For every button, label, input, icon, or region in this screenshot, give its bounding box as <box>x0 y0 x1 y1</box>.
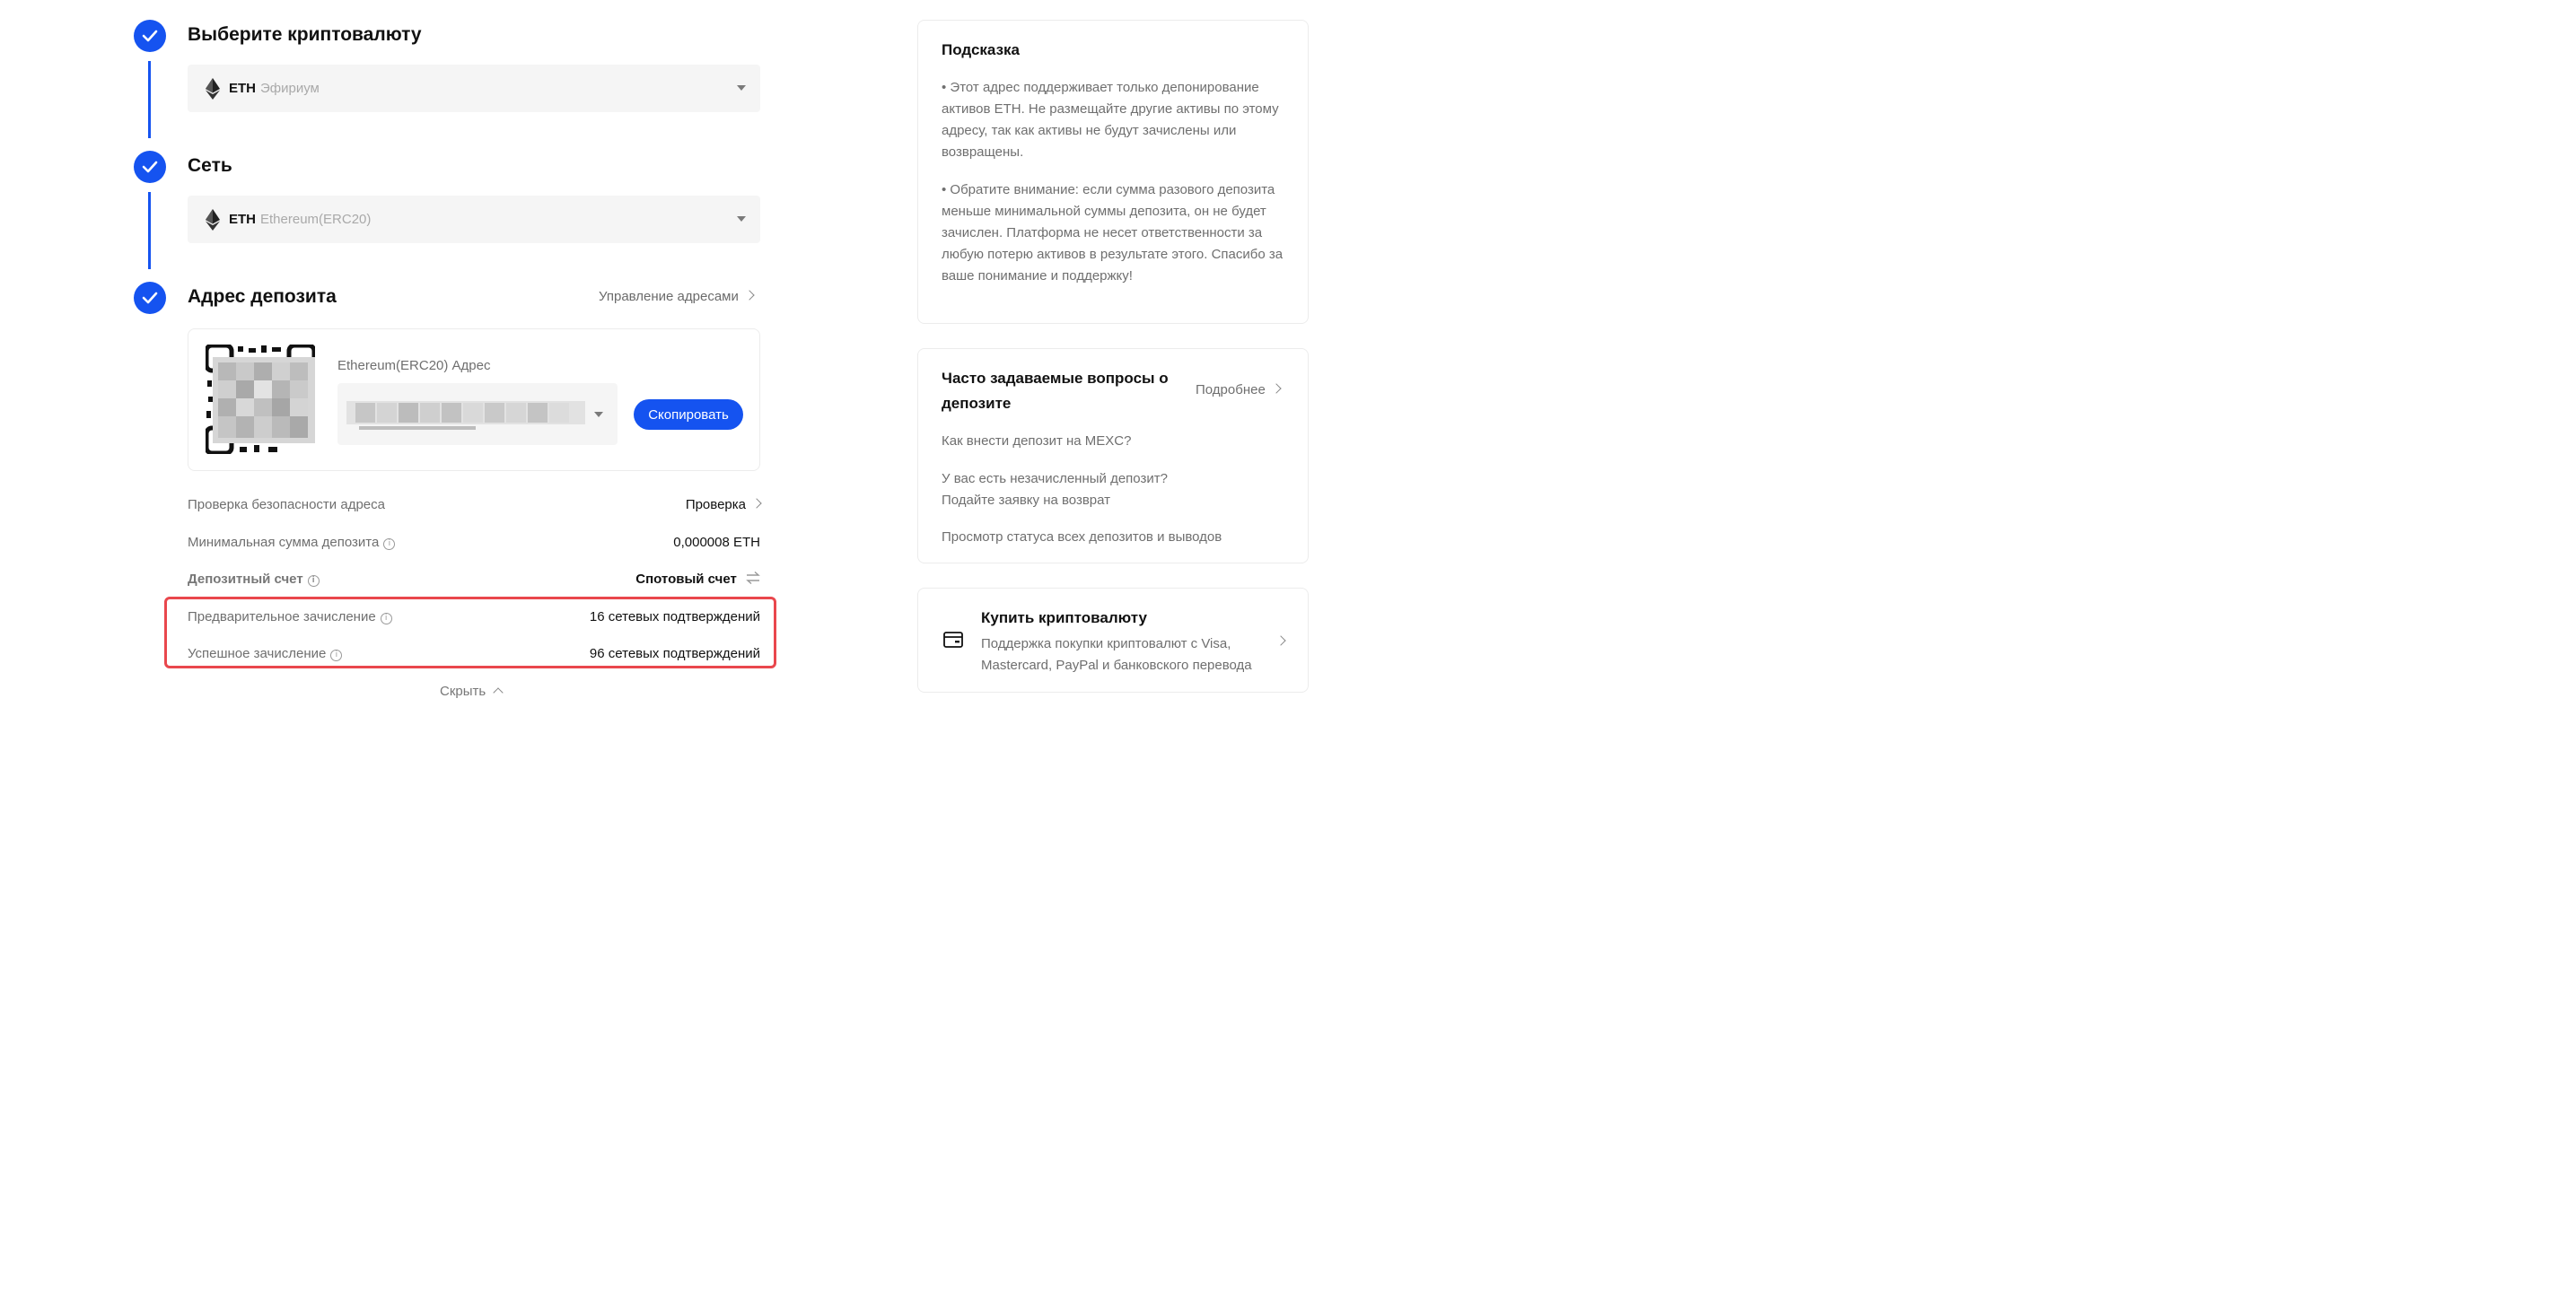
step-2-check-icon <box>134 151 166 183</box>
manage-addresses-label: Управление адресами <box>599 289 739 304</box>
step-1-check-icon <box>134 20 166 52</box>
chevron-down-icon <box>737 85 746 91</box>
faq-title: Часто задаваемые вопросы о депозите <box>942 370 1169 412</box>
chevron-right-icon <box>1271 383 1282 394</box>
eth-icon <box>206 77 220 100</box>
tips-panel: Подсказка • Этот адрес поддерживает толь… <box>917 20 1309 324</box>
pre-credit-value: 16 сетевых подтверждений <box>589 609 760 624</box>
blurred-address <box>346 401 585 430</box>
qr-code <box>204 343 317 456</box>
step-connector-1 <box>148 61 151 138</box>
security-check-value: Проверка <box>685 497 746 512</box>
faq-item[interactable]: Просмотр статуса всех депозитов и выводо… <box>942 527 1222 548</box>
deposit-account-label: Депозитный счет <box>188 572 303 587</box>
chevron-up-icon <box>493 687 504 698</box>
pre-credit-label: Предварительное зачисление <box>188 609 376 624</box>
swap-icon <box>746 571 760 585</box>
network-name: Ethereum(ERC20) <box>260 212 372 227</box>
faq-item[interactable]: Как внести депозит на MEXC? <box>942 431 1131 452</box>
hide-label: Скрыть <box>440 684 486 699</box>
address-select[interactable] <box>337 383 618 445</box>
network-coin-code: ETH <box>229 212 256 227</box>
min-deposit-value: 0,000008 ETH <box>673 535 760 550</box>
deposit-address-card: Ethereum(ERC20) Адрес Скопировать <box>188 328 760 471</box>
address-network-label: Ethereum(ERC20) Адрес <box>337 358 491 373</box>
currency-select[interactable]: ETH Эфириум <box>188 65 760 112</box>
deposit-account-switch[interactable]: Спотовый счет <box>635 571 760 587</box>
card-icon <box>943 632 963 648</box>
security-check-link[interactable]: Проверка <box>685 497 762 512</box>
buy-crypto-text: Поддержка покупки криптовалют с Visa, Ma… <box>981 636 1252 673</box>
success-credit-value: 96 сетевых подтверждений <box>589 646 760 661</box>
currency-code: ETH <box>229 81 256 96</box>
faq-panel: Часто задаваемые вопросы о депозите Подр… <box>917 348 1309 563</box>
faq-more-link[interactable]: Подробнее <box>1196 382 1282 397</box>
min-deposit-label: Минимальная сумма депозита <box>188 535 380 550</box>
tips-paragraph-2: • Обратите внимание: если сумма разового… <box>942 182 1284 284</box>
step-title-network: Сеть <box>188 155 232 176</box>
faq-item[interactable]: У вас есть незачисленный депозит? Подайт… <box>942 468 1202 511</box>
chevron-down-icon <box>737 216 746 222</box>
currency-name: Эфириум <box>260 81 320 96</box>
deposit-account-value: Спотовый счет <box>635 572 737 587</box>
step-title-currency: Выберите криптовалюту <box>188 24 422 45</box>
tips-title: Подсказка <box>942 41 1020 58</box>
buy-crypto-card[interactable]: Купить криптовалюту Поддержка покупки кр… <box>917 588 1309 693</box>
copy-address-button[interactable]: Скопировать <box>634 399 743 430</box>
security-check-label: Проверка безопасности адреса <box>188 497 385 512</box>
manage-addresses-link[interactable]: Управление адресами <box>599 289 755 304</box>
info-icon[interactable]: i <box>383 538 396 550</box>
faq-more-label: Подробнее <box>1196 382 1266 397</box>
chevron-right-icon <box>1275 635 1286 646</box>
hide-details-button[interactable]: Скрыть <box>440 684 504 699</box>
chevron-right-icon <box>751 498 762 509</box>
step-title-address: Адрес депозита <box>188 286 337 307</box>
tips-paragraph-1: • Этот адрес поддерживает только депонир… <box>942 80 1279 160</box>
network-select[interactable]: ETH Ethereum(ERC20) <box>188 196 760 243</box>
info-icon[interactable]: i <box>330 650 343 661</box>
buy-crypto-title: Купить криптовалюту <box>981 609 1147 626</box>
chevron-down-icon <box>594 412 603 417</box>
info-icon[interactable]: i <box>307 575 320 587</box>
step-3-check-icon <box>134 282 166 314</box>
success-credit-label: Успешное зачисление <box>188 646 327 661</box>
eth-icon <box>206 208 220 231</box>
step-connector-2 <box>148 192 151 269</box>
info-icon[interactable]: i <box>380 613 392 624</box>
chevron-right-icon <box>744 290 755 301</box>
